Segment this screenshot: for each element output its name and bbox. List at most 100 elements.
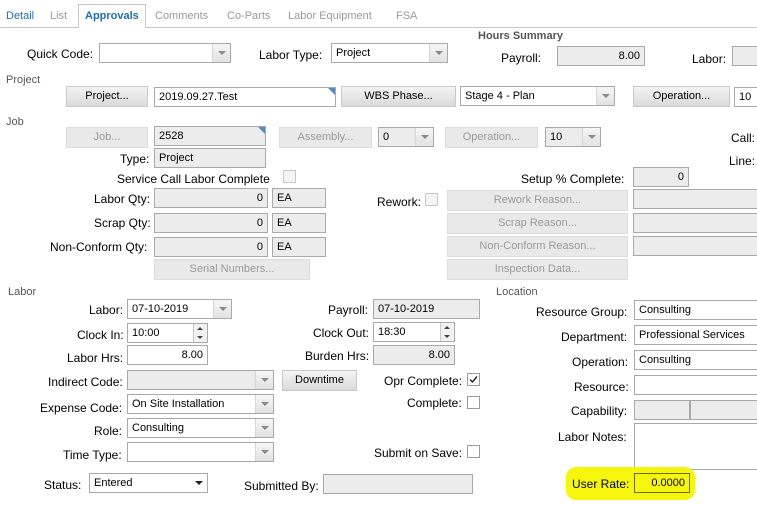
labor-date-picker[interactable]: 07-10-2019 <box>127 299 232 319</box>
project-operation-field[interactable]: 10 <box>734 87 757 107</box>
spinner-icon[interactable] <box>193 324 207 342</box>
burden-hrs-label: Burden Hrs: <box>305 349 370 363</box>
tab-detail[interactable]: Detail <box>6 6 34 26</box>
chevron-down-icon <box>212 44 230 62</box>
checkmark-icon <box>469 376 478 384</box>
rework-reason-button[interactable]: Rework Reason... <box>447 190 628 211</box>
role-value: Consulting <box>132 422 184 434</box>
status-value: Entered <box>94 477 133 489</box>
wbs-phase-value: Stage 4 - Plan <box>465 90 535 102</box>
quick-code-label: Quick Code: <box>27 47 94 61</box>
assembly-select: 0 <box>378 127 434 147</box>
tab-co-parts[interactable]: Co-Parts <box>227 6 270 26</box>
capability-field <box>634 400 690 420</box>
indirect-code-select[interactable] <box>127 370 274 390</box>
opr-complete-label: Opr Complete: <box>384 374 463 388</box>
labor-hrs-field[interactable]: 8.00 <box>127 345 208 365</box>
nonconform-reason-button[interactable]: Non-Conform Reason... <box>447 236 628 257</box>
operation-label: Operation: <box>572 355 629 369</box>
type-label: Type: <box>120 152 150 166</box>
resource-group-field[interactable]: Consulting <box>634 300 757 320</box>
labor-notes-textarea[interactable] <box>634 423 757 470</box>
labor-date-label: Labor: <box>89 303 124 317</box>
job-operation-button[interactable]: Operation... <box>445 127 538 148</box>
tab-approvals[interactable]: Approvals <box>78 4 146 28</box>
expense-code-select[interactable]: On Site Installation <box>127 394 274 414</box>
inspection-data-button[interactable]: Inspection Data... <box>447 259 628 280</box>
chevron-down-icon <box>255 419 273 437</box>
rework-checkbox[interactable] <box>425 193 438 206</box>
hours-labor-field <box>732 46 757 66</box>
resource-label: Resource: <box>574 380 629 394</box>
expense-code-label: Expense Code: <box>40 401 123 415</box>
role-select[interactable]: Consulting <box>127 418 274 438</box>
setup-complete-field: 0 <box>633 167 689 187</box>
resource-group-label: Resource Group: <box>536 305 628 319</box>
indirect-code-label: Indirect Code: <box>48 375 123 389</box>
chevron-down-icon <box>429 44 447 62</box>
scrap-reason-button[interactable]: Scrap Reason... <box>447 213 628 234</box>
tab-bar: Detail List Approvals Comments Co-Parts … <box>0 0 757 28</box>
job-button[interactable]: Job... <box>66 127 148 148</box>
time-type-select[interactable] <box>127 442 274 462</box>
capability-desc-field <box>690 400 757 420</box>
project-button[interactable]: Project... <box>66 86 148 107</box>
labor-type-select[interactable]: Project <box>331 43 448 63</box>
wbs-phase-button[interactable]: WBS Phase... <box>341 86 456 107</box>
quick-code-select[interactable] <box>99 43 231 63</box>
service-call-label: Service Call Labor Complete <box>117 172 270 186</box>
downtime-button[interactable]: Downtime <box>282 370 357 391</box>
scrap-reason-field <box>633 213 757 233</box>
project-value: 2019.09.27.Test <box>159 91 238 103</box>
operation-field[interactable]: Consulting <box>634 350 757 370</box>
complete-label: Complete: <box>407 396 462 410</box>
resource-field[interactable] <box>634 375 757 395</box>
clock-out-field[interactable]: 18:30 <box>373 322 455 342</box>
rework-reason-field <box>633 189 757 209</box>
chevron-down-icon <box>415 128 433 146</box>
tab-labor-equipment[interactable]: Labor Equipment <box>288 6 372 26</box>
chevron-down-icon <box>582 128 600 146</box>
department-field[interactable]: Professional Services <box>634 325 757 345</box>
service-call-checkbox[interactable] <box>283 170 296 183</box>
submit-on-save-checkbox[interactable] <box>467 445 480 458</box>
labor-type-label: Labor Type: <box>259 48 323 62</box>
nonconform-qty-uom: EA <box>272 237 326 257</box>
tab-comments[interactable]: Comments <box>155 6 208 26</box>
scrap-qty-uom: EA <box>272 213 326 233</box>
time-type-label: Time Type: <box>63 448 122 462</box>
labor-date-value: 07-10-2019 <box>132 303 189 315</box>
chevron-down-icon <box>190 474 207 492</box>
burden-hrs-field: 8.00 <box>373 345 455 365</box>
capability-label: Capability: <box>571 404 628 418</box>
job-value: 2528 <box>159 130 184 142</box>
lookup-indicator-icon <box>328 88 335 95</box>
nonconform-reason-field <box>633 236 757 256</box>
serial-numbers-button[interactable]: Serial Numbers... <box>154 259 310 280</box>
hours-payroll-field: 8.00 <box>557 46 645 66</box>
spinner-icon[interactable] <box>440 323 454 341</box>
clock-in-field[interactable]: 10:00 <box>127 323 208 343</box>
setup-complete-label: Setup % Complete: <box>521 172 625 186</box>
chevron-down-icon <box>255 395 273 413</box>
user-rate-field[interactable]: 0.0000 <box>634 473 690 493</box>
submit-on-save-label: Submit on Save: <box>374 446 463 460</box>
hours-labor-label: Labor: <box>692 52 727 66</box>
assembly-button[interactable]: Assembly... <box>279 127 372 148</box>
tab-list[interactable]: List <box>50 6 67 26</box>
section-location: Location <box>496 286 538 298</box>
submitted-by-label: Submitted By: <box>244 479 319 493</box>
line-label: Line: <box>729 154 756 168</box>
clock-out-label: Clock Out: <box>313 326 370 340</box>
clock-in-value: 10:00 <box>132 327 160 339</box>
labor-notes-label: Labor Notes: <box>558 430 627 444</box>
department-label: Department: <box>561 330 628 344</box>
tab-fsa[interactable]: FSA <box>396 6 417 26</box>
opr-complete-checkbox[interactable] <box>467 373 480 386</box>
project-field[interactable]: 2019.09.27.Test <box>154 87 336 107</box>
status-select[interactable]: Entered <box>89 473 208 493</box>
complete-checkbox[interactable] <box>467 396 480 409</box>
wbs-phase-select[interactable]: Stage 4 - Plan <box>460 86 615 106</box>
scrap-qty-label: Scrap Qty: <box>94 216 151 230</box>
project-operation-button[interactable]: Operation... <box>633 86 730 107</box>
